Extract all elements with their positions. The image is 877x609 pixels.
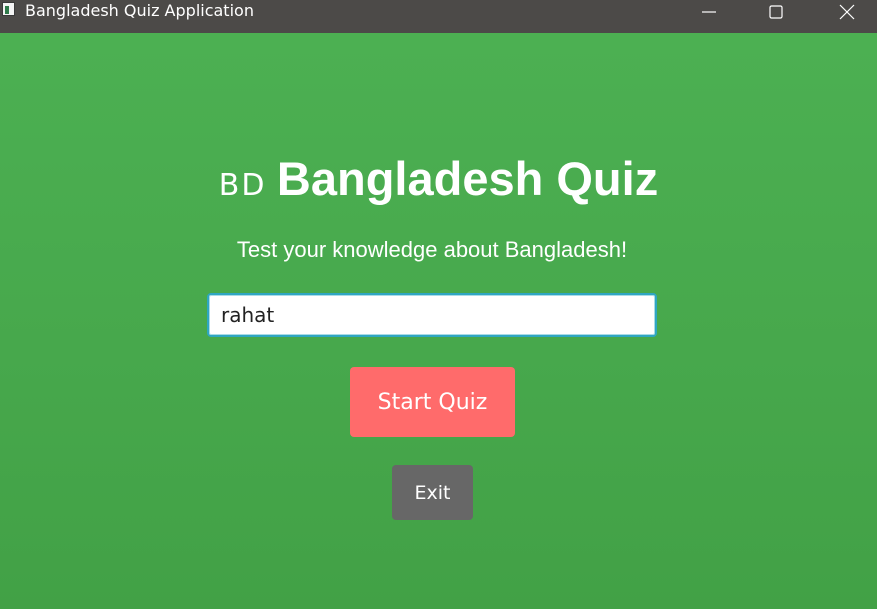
- maximize-icon: [769, 5, 783, 19]
- flag-label: BD: [218, 168, 267, 203]
- maximize-button[interactable]: [753, 0, 799, 24]
- minimize-button[interactable]: [686, 0, 732, 24]
- title-bar[interactable]: Bangladesh Quiz Application: [0, 0, 877, 33]
- start-quiz-button[interactable]: Start Quiz: [350, 367, 515, 437]
- app-icon: [2, 2, 15, 16]
- name-input[interactable]: [207, 293, 657, 337]
- title-text: Bangladesh Quiz: [276, 152, 659, 205]
- subtitle: Test your knowledge about Bangladesh!: [236, 237, 628, 262]
- close-icon: [839, 4, 855, 20]
- app-window: Bangladesh Quiz Application BD Banglades…: [0, 0, 877, 609]
- window-title: Bangladesh Quiz Application: [25, 1, 254, 20]
- minimize-icon: [702, 11, 716, 13]
- page-title: BD Bangladesh Quiz: [0, 151, 877, 206]
- exit-button[interactable]: Exit: [392, 465, 473, 520]
- close-button[interactable]: [824, 0, 870, 24]
- main-panel: BD Bangladesh Quiz Test your knowledge a…: [0, 33, 877, 609]
